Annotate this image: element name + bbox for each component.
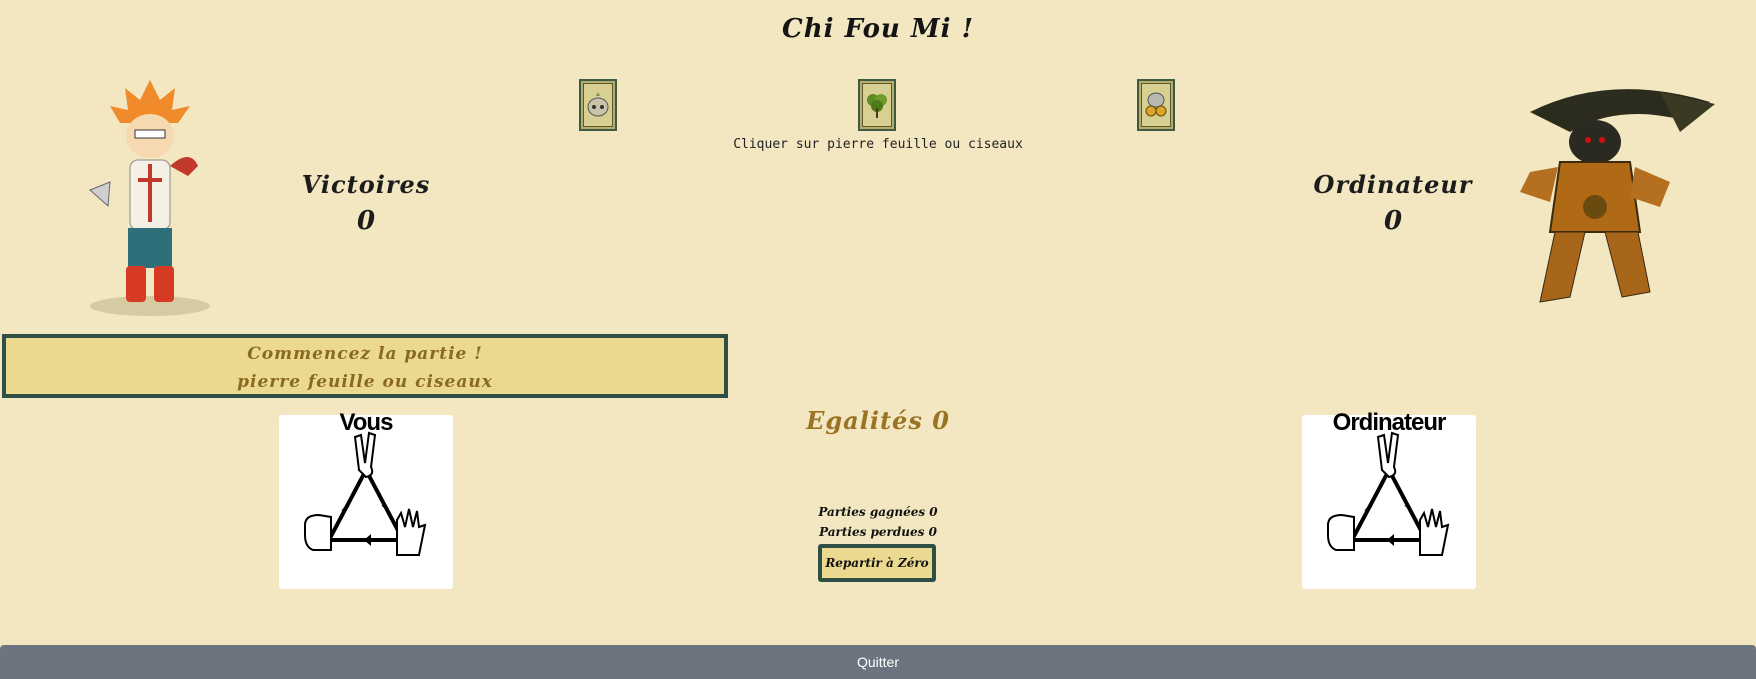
computer-score-value: 0 bbox=[1383, 206, 1403, 236]
leaf-card-button[interactable] bbox=[858, 79, 896, 131]
ties-counter: Egalités 0 bbox=[806, 406, 950, 435]
instruction-text: Cliquer sur pierre feuille ou ciseaux bbox=[733, 137, 1023, 152]
quit-button[interactable]: Quitter bbox=[0, 645, 1756, 679]
page-title: Chi Fou Mi ! bbox=[782, 14, 974, 44]
rock-card-button[interactable] bbox=[579, 79, 617, 131]
rock-card-icon bbox=[583, 83, 613, 127]
player-score-value: 0 bbox=[356, 206, 376, 236]
rock-paper-scissors-cycle-icon bbox=[304, 431, 427, 556]
player-choice-panel: Vous bbox=[279, 409, 453, 589]
leaf-card-icon bbox=[862, 83, 892, 127]
computer-score-label: Ordinateur bbox=[1313, 170, 1473, 199]
message-line-2: pierre feuille ou ciseaux bbox=[237, 372, 493, 392]
rock-paper-scissors-cycle-icon bbox=[1327, 431, 1450, 556]
scissors-card-icon bbox=[1141, 83, 1171, 127]
computer-choice-panel: Ordinateur bbox=[1302, 409, 1476, 589]
computer-avatar bbox=[1510, 82, 1715, 327]
reset-button[interactable]: Repartir à Zéro bbox=[818, 544, 936, 582]
games-lost-text: Parties perdues 0 bbox=[819, 525, 937, 539]
player-avatar bbox=[80, 78, 220, 328]
player-score-label: Victoires bbox=[301, 170, 431, 199]
game-message-box: Commencez la partie ! pierre feuille ou … bbox=[2, 334, 728, 398]
games-won-text: Parties gagnées 0 bbox=[818, 505, 938, 519]
message-line-1: Commencez la partie ! bbox=[247, 344, 483, 364]
scissors-card-button[interactable] bbox=[1137, 79, 1175, 131]
